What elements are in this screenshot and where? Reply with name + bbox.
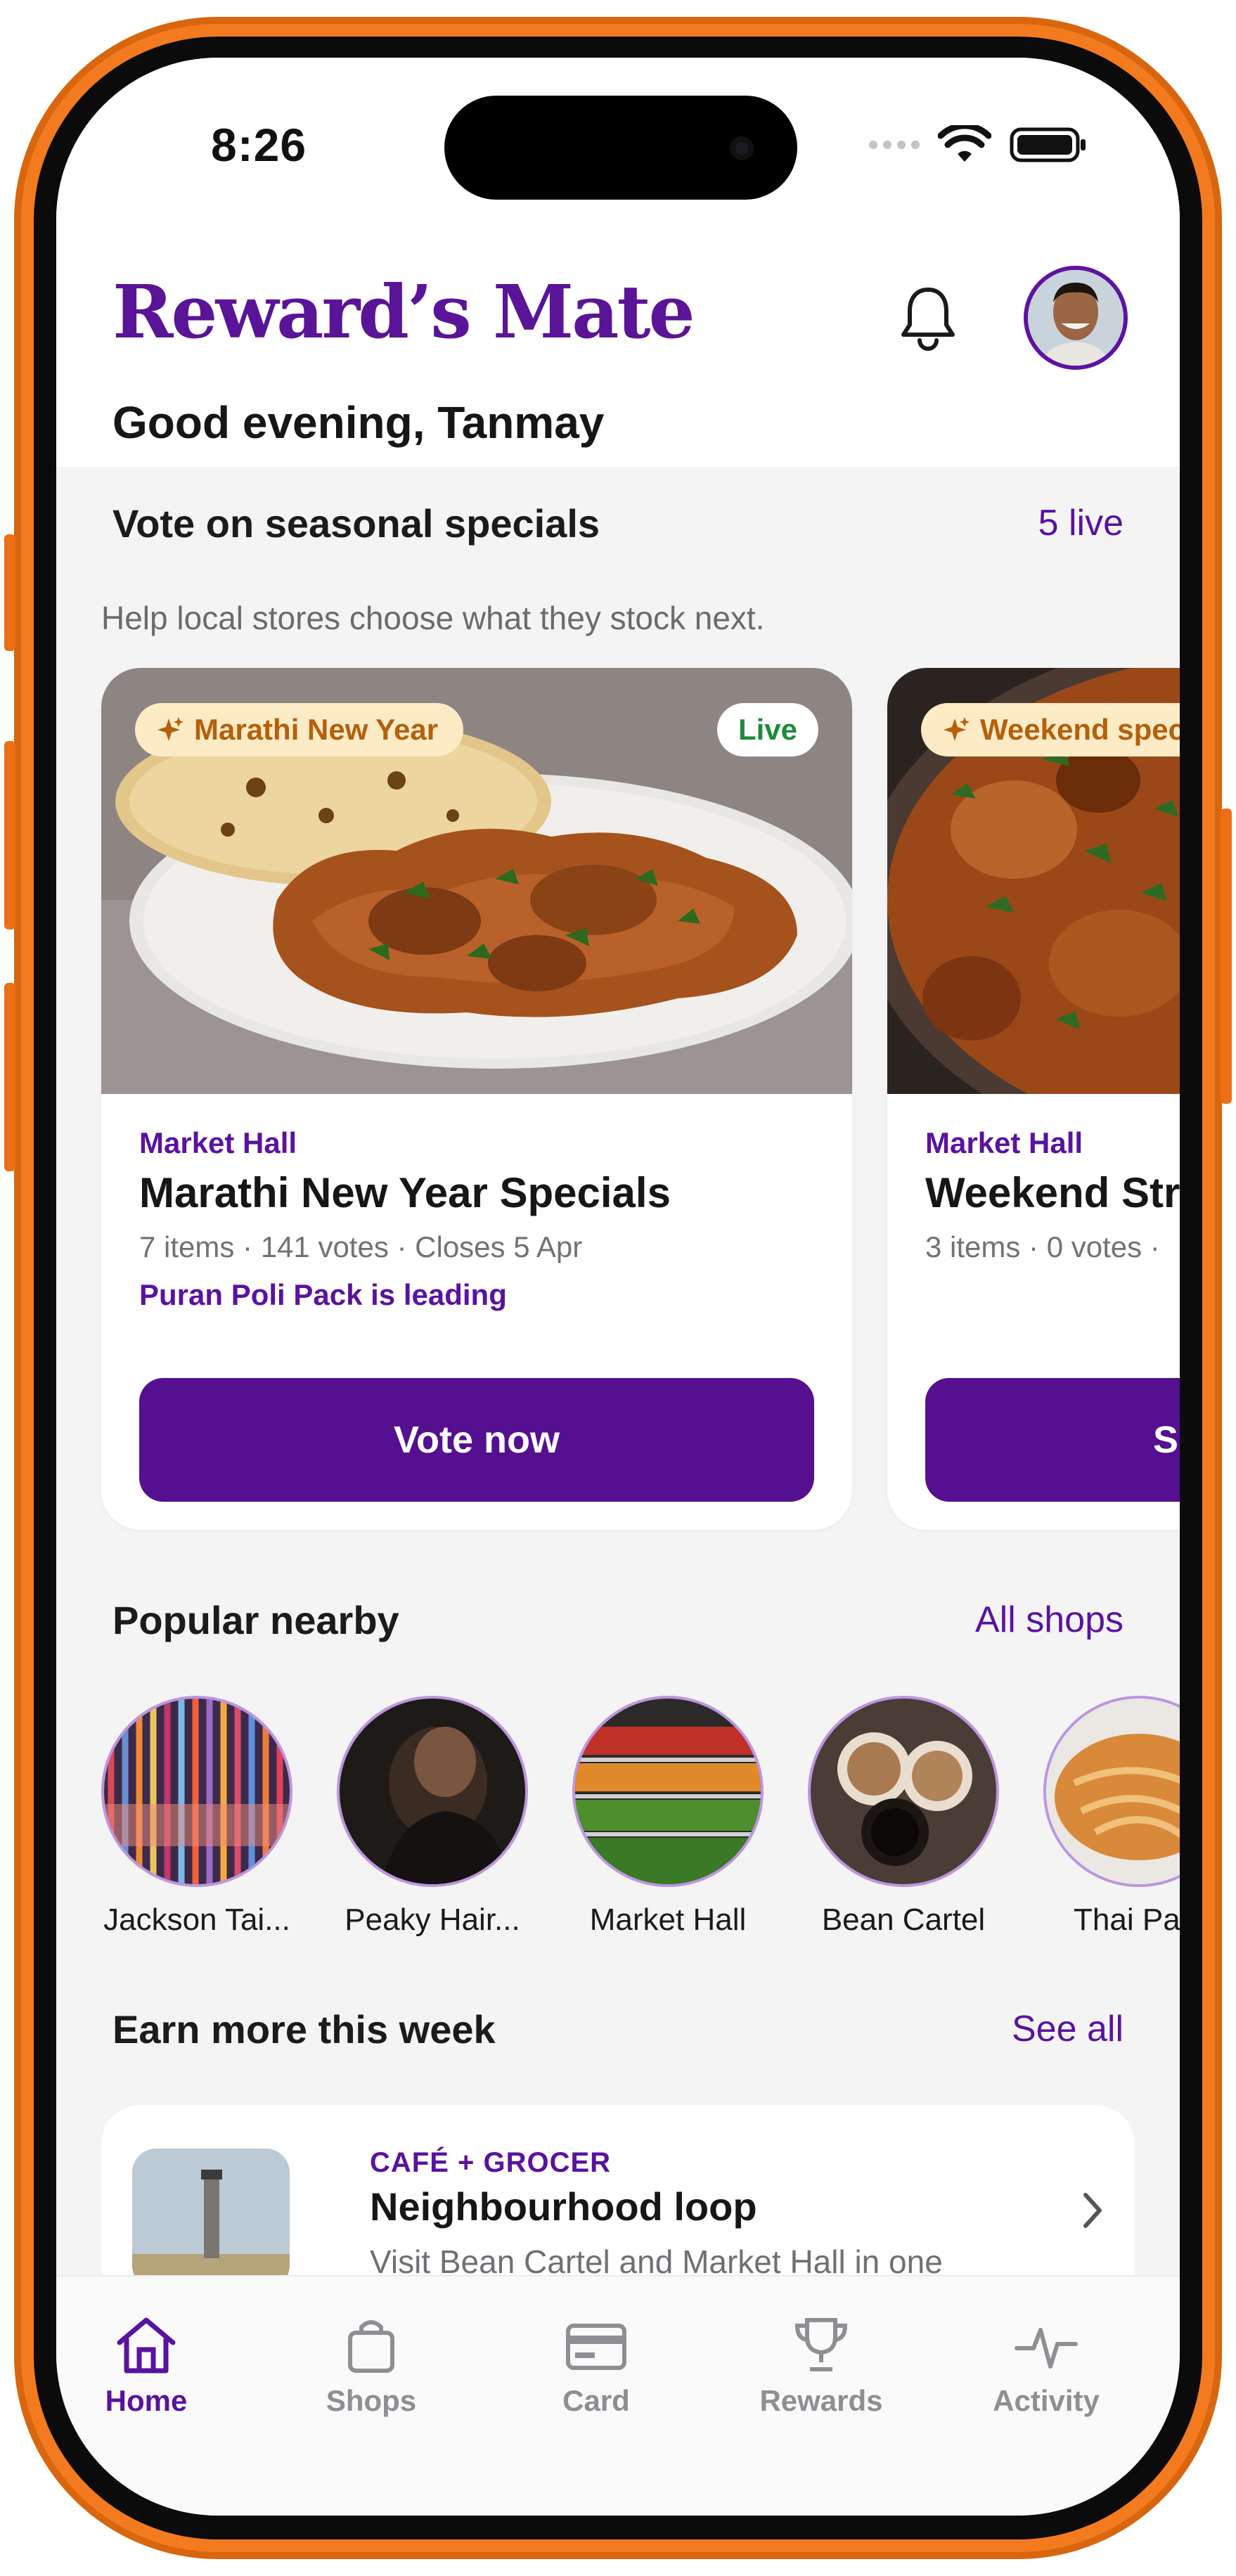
seasonal-subtitle: Help local stores choose what they stock…	[101, 600, 765, 636]
shop-name: Thai Pala	[1074, 1902, 1180, 1937]
chevron-right-icon	[1083, 2193, 1102, 2228]
card-store-name: Market Hall	[925, 1126, 1083, 1159]
live-status-badge: Live	[716, 703, 818, 756]
shopping-bag-icon	[348, 2320, 394, 2373]
avatar-photo	[1028, 270, 1124, 366]
card-meta: 7 items · 141 votes · Closes 5 Apr	[139, 1230, 583, 1263]
action-button	[4, 534, 15, 651]
shop-name: Market Hall	[589, 1902, 747, 1937]
shop-photo	[572, 1696, 764, 1887]
earn-card-title: Neighbourhood loop	[370, 2184, 757, 2229]
vote-now-button[interactable]: S	[925, 1378, 1180, 1502]
tab-label: Home	[105, 2384, 188, 2417]
card-title: Weekend Str	[925, 1169, 1180, 1216]
tab-label: Shops	[326, 2384, 417, 2417]
tab-shops[interactable]: Shops	[294, 2313, 449, 2418]
battery-icon	[1010, 127, 1086, 162]
bottom-tab-bar: Home Shops Card Rewards Activity	[56, 2275, 1180, 2516]
notifications-bell-icon[interactable]	[898, 284, 958, 352]
tab-rewards[interactable]: Rewards	[744, 2313, 899, 2418]
tag-label: Weekend spec	[980, 713, 1180, 746]
card-meta: 3 items · 0 votes ·	[925, 1230, 1160, 1263]
sparkle-icon	[944, 717, 970, 741]
shop-name: Jackson Tai...	[103, 1902, 290, 1937]
home-icon	[117, 2317, 176, 2374]
earn-section-title: Earn more this week	[112, 2007, 496, 2052]
tab-activity[interactable]: Activity	[969, 2313, 1124, 2418]
shop-photo	[1043, 1696, 1180, 1887]
shop-photo	[337, 1696, 528, 1887]
sparkle-icon	[157, 717, 184, 741]
tab-home[interactable]: Home	[69, 2313, 224, 2418]
popular-section-title: Popular nearby	[112, 1598, 399, 1642]
tab-label: Activity	[993, 2384, 1100, 2417]
see-all-link[interactable]: See all	[1012, 2008, 1124, 2050]
card-icon	[566, 2324, 626, 2370]
seasonal-card[interactable]: Weekend spec Market Hall Weekend Str 3 i…	[887, 668, 1180, 1530]
card-store-name: Market Hall	[139, 1126, 297, 1159]
shop-item[interactable]: Thai Pala	[1041, 1696, 1180, 1938]
status-icons	[869, 125, 1088, 165]
tab-label: Card	[562, 2384, 630, 2417]
earn-card-kicker: CAFÉ + GROCER	[370, 2147, 612, 2178]
shop-item[interactable]: Market Hall	[569, 1696, 766, 1938]
shop-photo	[808, 1696, 999, 1887]
earn-card-thumbnail	[132, 2149, 290, 2289]
shop-photo	[101, 1696, 292, 1887]
card-leading-item: Puran Poli Pack is leading	[139, 1278, 507, 1311]
card-title: Marathi New Year Specials	[139, 1169, 671, 1216]
brand-logo: Reward’s Mate	[112, 269, 695, 355]
card-category-tag: Marathi New Year	[135, 703, 464, 756]
all-shops-link[interactable]: All shops	[975, 1599, 1124, 1641]
signal-icon	[869, 141, 920, 149]
trophy-icon	[794, 2318, 848, 2371]
seasonal-card[interactable]: Marathi New Year Live Market Hall Marath…	[101, 668, 852, 1530]
volume-down-button	[4, 983, 15, 1171]
shop-name: Bean Cartel	[821, 1902, 986, 1937]
tab-label: Rewards	[759, 2384, 883, 2417]
tab-card[interactable]: Card	[519, 2313, 674, 2418]
app-screen: 8:26 Reward’s Mate Good evening, Tanmay …	[56, 58, 1180, 2516]
power-button	[1221, 809, 1232, 1104]
wifi-icon	[938, 125, 991, 162]
live-count-link[interactable]: 5 live	[1038, 502, 1124, 544]
shop-item[interactable]: Peaky Hair...	[334, 1696, 531, 1938]
header: 8:26 Reward’s Mate Good evening, Tanmay	[56, 58, 1180, 467]
greeting-text: Good evening, Tanmay	[112, 397, 605, 448]
front-camera-icon	[730, 136, 754, 160]
activity-icon	[1015, 2328, 1078, 2369]
vote-now-button[interactable]: Vote now	[139, 1378, 814, 1502]
shop-name: Peaky Hair...	[345, 1902, 520, 1937]
volume-up-button	[4, 741, 15, 929]
shop-item[interactable]: Jackson Tai...	[98, 1696, 295, 1938]
status-time: 8:26	[211, 119, 307, 171]
seasonal-section-title: Vote on seasonal specials	[112, 501, 600, 546]
dynamic-island	[444, 96, 797, 200]
card-category-tag: Weekend spec	[921, 703, 1180, 756]
tag-label: Marathi New Year	[194, 713, 439, 746]
shop-item[interactable]: Bean Cartel	[805, 1696, 1002, 1938]
profile-avatar[interactable]	[1024, 266, 1128, 370]
